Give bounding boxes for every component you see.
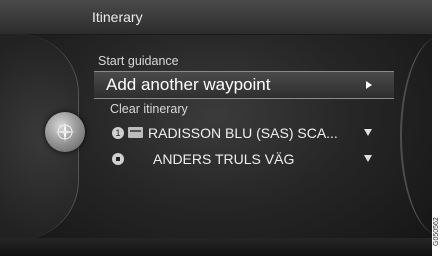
- clear-itinerary-item[interactable]: Clear itinerary: [110, 102, 410, 116]
- add-waypoint-label: Add another waypoint: [106, 75, 271, 94]
- compass-icon[interactable]: [45, 112, 85, 152]
- waypoint-item[interactable]: 1 RADISSON BLU (SAS) SCA...: [98, 124, 398, 144]
- image-code: G050562: [433, 217, 440, 246]
- waypoint-label: RADISSON BLU (SAS) SCA...: [148, 125, 338, 141]
- chevron-down-icon[interactable]: [364, 129, 372, 136]
- page-title: Itinerary: [92, 9, 143, 25]
- waypoint-label: ANDERS TRULS VÄG: [153, 151, 295, 167]
- arrow-right-icon: [366, 81, 372, 89]
- add-waypoint-item[interactable]: Add another waypoint: [94, 71, 394, 99]
- waypoint-item[interactable]: ANDERS TRULS VÄG: [98, 150, 398, 170]
- nav-screen: Itinerary Start guidance Add another way…: [0, 0, 432, 256]
- chevron-down-icon[interactable]: [364, 155, 372, 162]
- destination-flag-icon: [112, 153, 124, 165]
- waypoint-number-badge: 1: [112, 127, 124, 139]
- start-guidance-item[interactable]: Start guidance: [98, 54, 398, 68]
- bottom-bar: [0, 238, 432, 256]
- hotel-icon: [128, 127, 143, 138]
- header-bar: Itinerary: [0, 0, 432, 35]
- right-arc-decoration: [400, 36, 432, 236]
